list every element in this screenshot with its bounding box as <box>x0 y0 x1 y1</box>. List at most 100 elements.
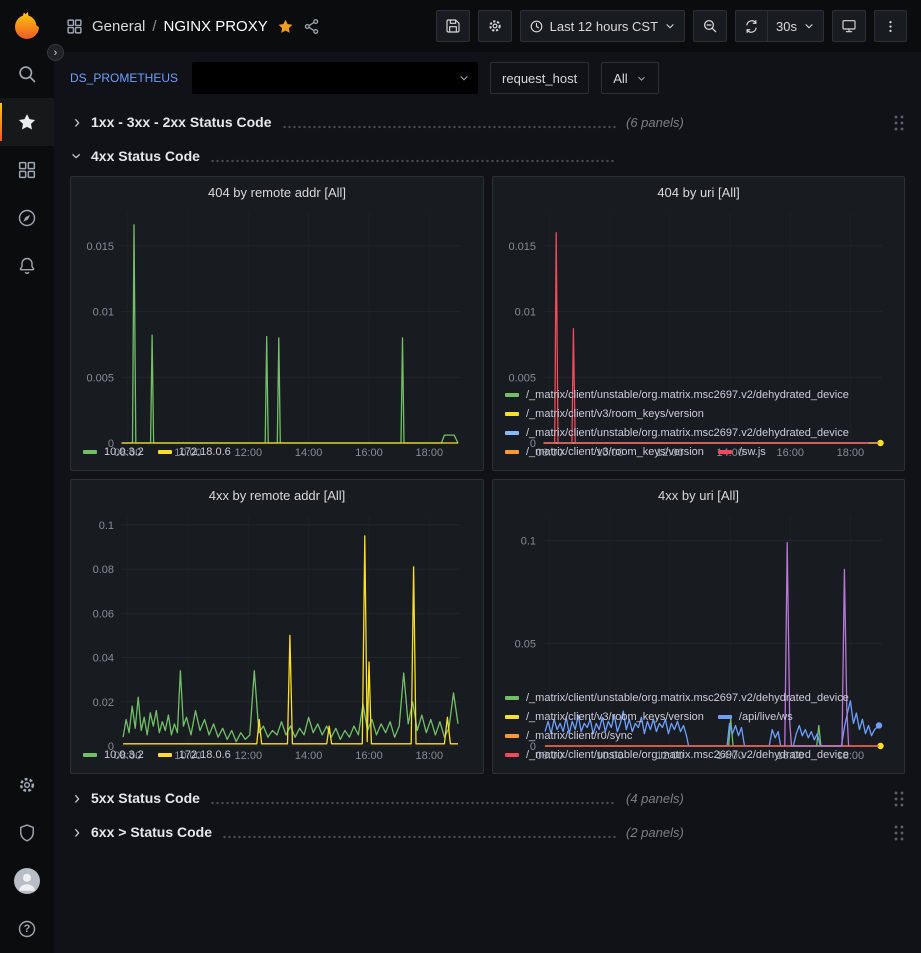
panel-title[interactable]: 4xx by remote addr [All] <box>79 482 475 508</box>
bell-icon <box>17 256 37 276</box>
panel-title[interactable]: 4xx by uri [All] <box>501 482 896 508</box>
sidebar-item-help[interactable]: ? <box>0 905 54 953</box>
legend-swatch <box>158 753 172 757</box>
grafana-logo[interactable] <box>0 0 54 50</box>
save-dashboard-button[interactable] <box>436 10 470 42</box>
drag-handle-icon[interactable] <box>893 824 905 841</box>
apps-grid-icon[interactable] <box>66 18 83 35</box>
drag-handle-icon[interactable] <box>893 790 905 807</box>
legend-item[interactable]: 10.0.3.2 <box>83 445 144 459</box>
main: General / NGINX PROXY <box>54 0 921 953</box>
chevron-right-icon: › <box>54 46 58 60</box>
legend-item[interactable]: /_matrix/client/unstable/org.matrix.msc2… <box>505 748 849 762</box>
variable-host-value-dropdown[interactable]: All <box>601 62 658 94</box>
variable-ds-label[interactable]: DS_PROMETHEUS <box>70 71 178 85</box>
svg-text:0.06: 0.06 <box>93 608 114 620</box>
legend-label: /_matrix/client/unstable/org.matrix.msc2… <box>526 388 849 402</box>
legend-swatch <box>158 450 172 454</box>
legend-label: /_matrix/client/v3/room_keys/version <box>526 445 704 459</box>
kebab-menu-button[interactable] <box>874 10 907 42</box>
time-range-picker[interactable]: Last 12 hours CST <box>520 10 685 42</box>
legend-swatch <box>505 393 519 397</box>
sidebar-item-explore[interactable] <box>0 194 54 242</box>
sidebar-item-server-admin[interactable] <box>0 809 54 857</box>
variable-ds-value-dropdown[interactable] <box>192 62 478 94</box>
legend-item[interactable]: /_matrix/client/unstable/org.matrix.msc2… <box>505 388 849 402</box>
gear-icon <box>487 18 503 34</box>
legend-item[interactable]: 10.0.3.2 <box>83 748 144 762</box>
legend-item[interactable]: 172.18.0.6 <box>158 748 231 762</box>
legend-item[interactable]: /api/live/ws <box>718 710 793 724</box>
legend-item[interactable]: /_matrix/client/unstable/org.matrix.msc2… <box>505 691 849 705</box>
legend-item[interactable]: /_matrix/client/v3/room_keys/version <box>505 710 704 724</box>
panel-title[interactable]: 404 by remote addr [All] <box>79 179 475 205</box>
chart-404-by-remote-addr[interactable]: 08:0010:0012:0014:0016:0018:0000.0050.01… <box>79 205 475 442</box>
question-mark: ? <box>17 919 37 939</box>
legend-item[interactable]: 172.18.0.6 <box>158 445 231 459</box>
row-6xx-status-code[interactable]: › 6xx > Status Code (2 panels) <box>70 818 905 846</box>
drag-handle-icon[interactable] <box>893 114 905 131</box>
row-title: 6xx > Status Code <box>91 824 212 840</box>
dashboard-title[interactable]: NGINX PROXY <box>164 18 268 35</box>
legend-swatch <box>83 753 97 757</box>
tv-mode-button[interactable] <box>832 10 866 42</box>
row-1xx-3xx-2xx-status-code[interactable]: › 1xx - 3xx - 2xx Status Code (6 panels) <box>70 108 905 136</box>
legend-label: /_matrix/client/unstable/org.matrix.msc2… <box>526 426 849 440</box>
row-dots <box>282 125 616 129</box>
variables-bar: DS_PROMETHEUS request_host All <box>54 52 921 98</box>
sidebar-item-profile[interactable] <box>0 857 54 905</box>
chevron-down-icon <box>636 73 647 84</box>
share-icon[interactable] <box>303 18 320 35</box>
svg-text:0.005: 0.005 <box>508 372 536 384</box>
legend-label: 172.18.0.6 <box>179 445 231 459</box>
dashboard-settings-button[interactable] <box>478 10 512 42</box>
panel-title[interactable]: 404 by uri [All] <box>501 179 896 205</box>
svg-text:0.015: 0.015 <box>508 241 536 253</box>
svg-text:0.01: 0.01 <box>93 307 114 319</box>
time-range-label: Last 12 hours CST <box>550 19 658 34</box>
chart-404-by-uri[interactable]: 08:0010:0012:0014:0016:0018:0000.0050.01… <box>501 205 896 385</box>
chart-4xx-by-uri[interactable]: 08:0010:0012:0014:0016:0018:0000.050.1 <box>501 508 896 688</box>
sidebar-item-configuration[interactable] <box>0 761 54 809</box>
sidebar-item-dashboards[interactable] <box>0 146 54 194</box>
svg-text:0.08: 0.08 <box>93 564 114 576</box>
sidebar-item-alerting[interactable] <box>0 242 54 290</box>
legend-item[interactable]: /_matrix/client/v3/room_keys/version <box>505 407 704 421</box>
panel-404-by-uri: 404 by uri [All] 08:0010:0012:0014:0016:… <box>492 176 905 471</box>
legend-item[interactable]: /_matrix/client/r0/sync <box>505 729 632 743</box>
legend-item[interactable]: /_matrix/client/v3/room_keys/version <box>505 445 704 459</box>
row-title: 5xx Status Code <box>91 790 200 806</box>
chevron-right-icon: › <box>70 791 84 805</box>
refresh-interval-dropdown[interactable]: 30s <box>768 10 824 42</box>
legend-label: /_matrix/client/v3/room_keys/version <box>526 407 704 421</box>
svg-text:0.1: 0.1 <box>521 536 536 548</box>
variable-host-label[interactable]: request_host <box>490 62 589 94</box>
legend-swatch <box>505 715 519 719</box>
legend-label: /_matrix/client/r0/sync <box>526 729 632 743</box>
legend-item[interactable]: /sw.js <box>718 445 766 459</box>
row-panel-count: (2 panels) <box>626 825 684 840</box>
svg-text:0.02: 0.02 <box>93 697 114 709</box>
sidebar-item-search[interactable] <box>0 50 54 98</box>
sidebar-expand-button[interactable]: › <box>47 44 64 61</box>
sidebar-item-starred[interactable] <box>0 98 54 146</box>
legend-label: /_matrix/client/v3/room_keys/version <box>526 710 704 724</box>
zoom-out-button[interactable] <box>693 10 727 42</box>
legend-swatch <box>505 753 519 757</box>
legend-item[interactable]: /_matrix/client/unstable/org.matrix.msc2… <box>505 426 849 440</box>
breadcrumb-section[interactable]: General <box>92 18 145 35</box>
panel-4xx-by-remote-addr: 4xx by remote addr [All] 08:0010:0012:00… <box>70 479 484 774</box>
breadcrumb[interactable]: General / NGINX PROXY <box>92 18 268 35</box>
row-panel-count: (6 panels) <box>626 115 684 130</box>
favorite-star-icon[interactable] <box>277 18 294 35</box>
chart-4xx-by-remote-addr[interactable]: 08:0010:0012:0014:0016:0018:0000.020.040… <box>79 508 475 745</box>
svg-text:0.01: 0.01 <box>515 307 536 319</box>
kebab-menu-icon <box>883 19 898 34</box>
clock-icon <box>529 19 544 34</box>
row-5xx-status-code[interactable]: › 5xx Status Code (4 panels) <box>70 784 905 812</box>
chevron-right-icon: › <box>70 825 84 839</box>
refresh-button[interactable] <box>735 10 768 42</box>
avatar <box>14 868 40 894</box>
legend-label: /_matrix/client/unstable/org.matrix.msc2… <box>526 691 849 705</box>
row-4xx-status-code[interactable]: › 4xx Status Code <box>70 142 905 170</box>
